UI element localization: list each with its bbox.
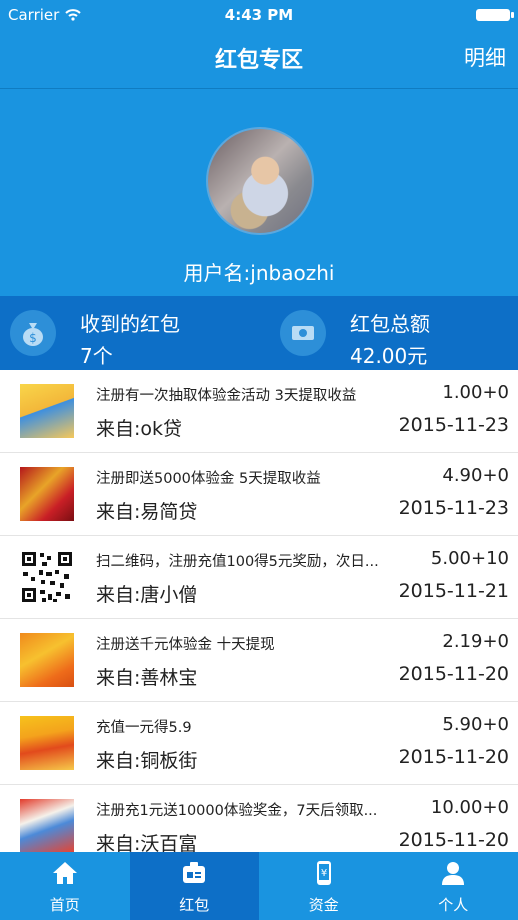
received-label: 收到的红包 xyxy=(80,312,180,336)
item-amount: 5.90+0 xyxy=(442,714,509,735)
item-amount: 10.00+0 xyxy=(430,797,509,818)
tab-personal[interactable]: 个人 xyxy=(389,852,518,920)
tab-label: 首页 xyxy=(49,896,80,914)
item-amount: 1.00+0 xyxy=(442,382,509,403)
item-title: 注册送千元体验金 十天提现 xyxy=(96,637,275,653)
tab-home[interactable]: 首页 xyxy=(0,852,130,920)
profile-header: 用户名:jnbaozhi xyxy=(0,89,518,296)
list-item[interactable]: 注册充1元送10000体验奖金，7天后领取... 10.00+0 来自:沃百富 … xyxy=(0,785,518,852)
promo-thumbnail xyxy=(20,633,74,687)
status-bar: Carrier 4:43 PM xyxy=(0,0,518,30)
navigation-bar: 红包专区 明细 xyxy=(0,30,518,89)
status-time: 4:43 PM xyxy=(224,6,294,24)
list-item[interactable]: 充值一元得5.9 5.90+0 来自:铜板街 2015-11-20 xyxy=(0,702,518,785)
username-label: 用户名:jnbaozhi xyxy=(183,261,335,285)
tab-bar: 首页 红包 ¥ 资金 个人 xyxy=(0,852,518,920)
detail-button[interactable]: 明细 xyxy=(464,42,506,72)
received-count: 7个 xyxy=(80,344,113,368)
home-icon xyxy=(51,860,79,890)
item-date: 2015-11-20 xyxy=(398,746,509,768)
tab-label: 资金 xyxy=(308,896,339,914)
list-item[interactable]: 注册有一次抽取体验金活动 3天提取收益 1.00+0 来自:ok贷 2015-1… xyxy=(0,370,518,453)
money-bag-icon: $ xyxy=(10,310,56,356)
qr-code-thumbnail xyxy=(20,550,74,604)
item-source: 来自:铜板街 xyxy=(96,750,198,772)
item-amount: 5.00+10 xyxy=(430,548,509,569)
person-icon xyxy=(439,860,467,890)
item-amount: 4.90+0 xyxy=(442,465,509,486)
promo-thumbnail xyxy=(20,384,74,438)
avatar[interactable] xyxy=(206,127,314,235)
promo-thumbnail xyxy=(20,467,74,521)
red-packet-list: 注册有一次抽取体验金活动 3天提取收益 1.00+0 来自:ok贷 2015-1… xyxy=(0,370,518,852)
tab-red-packet[interactable]: 红包 xyxy=(129,852,259,920)
item-date: 2015-11-23 xyxy=(398,497,509,519)
item-date: 2015-11-20 xyxy=(398,829,509,851)
promo-thumbnail xyxy=(20,716,74,770)
total-label: 红包总额 xyxy=(350,312,430,336)
item-source: 来自:易简贷 xyxy=(96,501,198,523)
item-amount: 2.19+0 xyxy=(442,631,509,652)
red-packet-stats: $ 收到的红包 7个 红包总额 42.00元 xyxy=(0,296,518,370)
battery-icon xyxy=(476,9,514,21)
svg-text:¥: ¥ xyxy=(321,868,327,879)
item-source: 来自:善林宝 xyxy=(96,667,198,689)
item-source: 来自:ok贷 xyxy=(96,418,183,440)
list-item[interactable]: 注册送千元体验金 十天提现 2.19+0 来自:善林宝 2015-11-20 xyxy=(0,619,518,702)
tab-label: 个人 xyxy=(438,896,469,914)
cash-icon xyxy=(280,310,326,356)
tab-label: 红包 xyxy=(179,896,210,914)
svg-text:$: $ xyxy=(29,331,37,345)
item-title: 扫二维码，注册充值100得5元奖励，次日... xyxy=(96,554,379,570)
item-date: 2015-11-23 xyxy=(398,414,509,436)
item-date: 2015-11-20 xyxy=(398,663,509,685)
red-packet-icon xyxy=(180,860,208,890)
total-amount: 42.00元 xyxy=(350,344,428,368)
item-title: 注册即送5000体验金 5天提取收益 xyxy=(96,471,321,487)
page-title: 红包专区 xyxy=(214,48,303,73)
item-title: 充值一元得5.9 xyxy=(96,720,192,736)
phone-yen-icon: ¥ xyxy=(310,860,338,890)
tab-funds[interactable]: ¥ 资金 xyxy=(259,852,389,920)
item-source: 来自:沃百富 xyxy=(96,833,198,852)
item-title: 注册有一次抽取体验金活动 3天提取收益 xyxy=(96,388,357,404)
item-date: 2015-11-21 xyxy=(398,580,509,602)
list-item[interactable]: 注册即送5000体验金 5天提取收益 4.90+0 来自:易简贷 2015-11… xyxy=(0,453,518,536)
promo-thumbnail xyxy=(20,799,74,852)
item-source: 来自:唐小僧 xyxy=(96,584,198,606)
item-title: 注册充1元送10000体验奖金，7天后领取... xyxy=(96,803,378,819)
list-item[interactable]: 扫二维码，注册充值100得5元奖励，次日... 5.00+10 来自:唐小僧 2… xyxy=(0,536,518,619)
